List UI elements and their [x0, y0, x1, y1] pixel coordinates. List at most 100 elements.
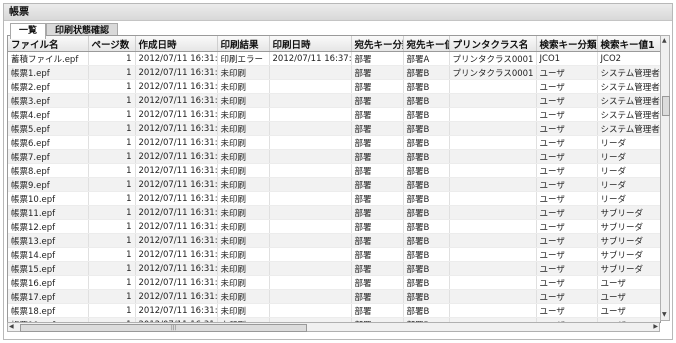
table-row[interactable]: 帳票5.epf12012/07/11 16:31:07未印刷 部署部署B ユーザシス…: [8, 121, 660, 136]
scroll-left-arrow-icon[interactable]: ◀: [9, 323, 14, 331]
table-row[interactable]: 帳票13.epf12012/07/11 16:31:10未印刷 部署部署B ユーザサ…: [8, 233, 660, 248]
table-cell: [449, 107, 537, 122]
table-cell: 1: [88, 233, 136, 248]
horizontal-scrollbar[interactable]: ◀ ||| ▶: [7, 322, 660, 332]
table-cell: [449, 275, 537, 290]
table-cell: 未印刷: [217, 135, 270, 150]
column-header[interactable]: ページ数: [88, 36, 136, 52]
table-cell: 未印刷: [217, 303, 270, 318]
table-cell: 帳票13.epf: [8, 233, 89, 248]
vertical-scrollbar[interactable]: ▲ ▼: [660, 35, 670, 321]
table-cell: 2012/07/11 16:31:10: [135, 205, 218, 220]
table-cell: ユーザ: [536, 261, 598, 276]
table-row[interactable]: 帳票18.epf12012/07/11 16:31:12未印刷 部署部署B ユーザユ…: [8, 303, 660, 318]
table-cell: 1: [88, 65, 136, 80]
table-cell: 蓄積ファイル.epf: [8, 51, 89, 66]
table-cell: プリンタクラス0001: [449, 65, 537, 80]
table-cell: 帳票7.epf: [8, 149, 89, 164]
table-cell: ユーザ: [536, 177, 598, 192]
table-cell: [269, 205, 352, 220]
scroll-grip-icon: |||: [171, 325, 177, 331]
table-cell: 部署B: [403, 121, 450, 136]
table-row[interactable]: 帳票15.epf12012/07/11 16:31:11未印刷 部署部署B ユーザサ…: [8, 261, 660, 276]
table-row[interactable]: 帳票16.epf12012/07/11 16:31:11未印刷 部署部署B ユーザユ…: [8, 275, 660, 290]
table-cell: [449, 289, 537, 304]
column-header[interactable]: 宛先キー値: [403, 36, 450, 52]
scroll-down-arrow-icon[interactable]: ▼: [662, 311, 667, 319]
table-cell: 部署: [351, 289, 404, 304]
table-cell: [269, 65, 352, 80]
table-row[interactable]: 帳票12.epf12012/07/11 16:31:10未印刷 部署部署B ユーザサ…: [8, 219, 660, 234]
table-cell: 部署B: [403, 303, 450, 318]
table-cell: 1: [88, 135, 136, 150]
table-cell: ユーザ: [536, 191, 598, 206]
table-cell: 2012/07/11 16:31:12: [135, 303, 218, 318]
column-header[interactable]: 作成日時: [135, 36, 218, 52]
table-cell: 未印刷: [217, 163, 270, 178]
table-cell: 1: [88, 261, 136, 276]
table-cell: [269, 261, 352, 276]
table-header-row: ファイル名ページ数作成日時印刷結果印刷日時宛先キー分類宛先キー値プリンタクラス名…: [8, 36, 660, 52]
table-cell: [269, 163, 352, 178]
column-header[interactable]: プリンタクラス名: [449, 36, 537, 52]
table-cell: ユーザ: [536, 233, 598, 248]
table-cell: ユーザ: [597, 289, 660, 304]
column-header[interactable]: 印刷日時: [269, 36, 352, 52]
table-row[interactable]: 帳票10.epf12012/07/11 16:31:09未印刷 部署部署B ユーザリ…: [8, 191, 660, 206]
vertical-scroll-thumb[interactable]: [662, 96, 670, 116]
table-row[interactable]: 帳票9.epf12012/07/11 16:31:09未印刷 部署部署B ユーザリー…: [8, 177, 660, 192]
table-cell: [269, 247, 352, 262]
window-title: 帳票: [4, 4, 672, 21]
table-cell: サブリーダ: [597, 219, 660, 234]
table-cell: 1: [88, 51, 136, 66]
table-cell: 部署: [351, 247, 404, 262]
table-row[interactable]: 帳票2.epf12012/07/11 16:31:06未印刷 部署部署B ユーザシス…: [8, 79, 660, 94]
column-header[interactable]: 検索キー値1: [597, 36, 660, 52]
column-header[interactable]: 印刷結果: [217, 36, 270, 52]
table-row[interactable]: 蓄積ファイル.epf12012/07/11 16:31:05印刷エラー2012/…: [8, 51, 660, 66]
table-row[interactable]: 帳票8.epf12012/07/11 16:31:08未印刷 部署部署B ユーザリー…: [8, 163, 660, 178]
scroll-right-arrow-icon[interactable]: ▶: [653, 323, 658, 331]
table-cell: 2012/07/11 16:31:05: [135, 51, 218, 66]
table-cell: ユーザ: [536, 289, 598, 304]
table-body: 蓄積ファイル.epf12012/07/11 16:31:05印刷エラー2012/…: [8, 51, 660, 322]
table-cell: 部署B: [403, 79, 450, 94]
table-row[interactable]: 帳票11.epf12012/07/11 16:31:10未印刷 部署部署B ユーザサ…: [8, 205, 660, 220]
table-cell: 部署: [351, 149, 404, 164]
horizontal-scroll-thumb[interactable]: |||: [20, 324, 307, 332]
table-cell: 1: [88, 205, 136, 220]
table-row[interactable]: 帳票7.epf12012/07/11 16:31:08未印刷 部署部署B ユーザリー…: [8, 149, 660, 164]
table-row[interactable]: 帳票3.epf12012/07/11 16:31:06未印刷 部署部署B ユーザシス…: [8, 93, 660, 108]
table-cell: 未印刷: [217, 191, 270, 206]
column-header[interactable]: 検索キー分類1: [536, 36, 598, 52]
table-cell: [269, 107, 352, 122]
table-cell: システム管理者: [597, 107, 660, 122]
table-cell: 部署: [351, 107, 404, 122]
tab-list[interactable]: 一覧: [10, 23, 46, 39]
table-cell: 部署: [351, 51, 404, 66]
table-row[interactable]: 帳票1.epf12012/07/11 16:31:06未印刷 部署部署Bプリンタク…: [8, 65, 660, 80]
table-row[interactable]: 帳票6.epf12012/07/11 16:31:07未印刷 部署部署B ユーザリー…: [8, 135, 660, 150]
table-cell: 部署: [351, 163, 404, 178]
scroll-up-arrow-icon[interactable]: ▲: [662, 37, 667, 45]
table-cell: 1: [88, 177, 136, 192]
table-cell: 部署B: [403, 93, 450, 108]
table-cell: 1: [88, 107, 136, 122]
table-cell: [269, 303, 352, 318]
table-cell: ユーザ: [597, 275, 660, 290]
table-cell: 2012/07/11 16:31:11: [135, 261, 218, 276]
table-cell: [269, 275, 352, 290]
table-row[interactable]: 帳票14.epf12012/07/11 16:31:11未印刷 部署部署B ユーザサ…: [8, 247, 660, 262]
table-cell: 1: [88, 93, 136, 108]
table-cell: 帳票2.epf: [8, 79, 89, 94]
table-cell: 部署B: [403, 65, 450, 80]
table-cell: ユーザ: [536, 135, 598, 150]
table-cell: ユーザ: [536, 219, 598, 234]
table-cell: 部署B: [403, 177, 450, 192]
table-cell: 1: [88, 79, 136, 94]
column-header[interactable]: 宛先キー分類: [351, 36, 404, 52]
table-row[interactable]: 帳票4.epf12012/07/11 16:31:07未印刷 部署部署B ユーザシス…: [8, 107, 660, 122]
table-cell: 部署: [351, 79, 404, 94]
table-cell: 1: [88, 149, 136, 164]
table-row[interactable]: 帳票17.epf12012/07/11 16:31:12未印刷 部署部署B ユーザユ…: [8, 289, 660, 304]
